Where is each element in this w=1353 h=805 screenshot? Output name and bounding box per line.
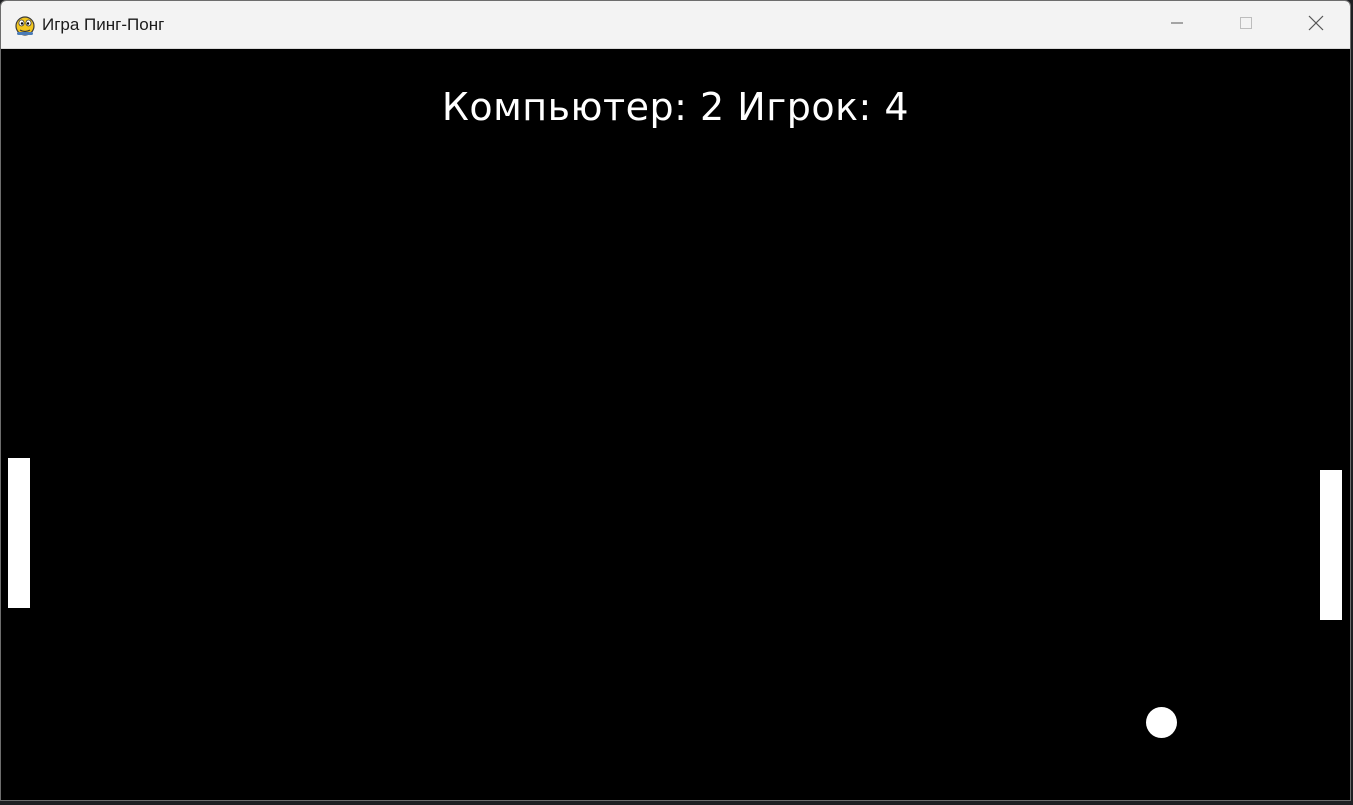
- ball: [1146, 707, 1177, 738]
- minimize-button[interactable]: [1142, 1, 1212, 49]
- score-display: Компьютер: 2 Игрок: 4: [441, 85, 910, 129]
- computer-paddle: [8, 458, 30, 608]
- window-title: Игра Пинг-Понг: [42, 15, 165, 34]
- game-window: Игра Пинг-Понг Компьютер: 2 Игрок: 4: [0, 0, 1351, 801]
- pygame-snake-icon: [13, 13, 37, 37]
- player-paddle[interactable]: [1320, 470, 1342, 620]
- close-button[interactable]: [1281, 1, 1350, 49]
- game-field[interactable]: Компьютер: 2 Игрок: 4: [1, 49, 1350, 800]
- close-icon: [1307, 14, 1325, 37]
- maximize-button[interactable]: [1211, 1, 1281, 49]
- minimize-icon: [1169, 15, 1185, 36]
- title-bar[interactable]: Игра Пинг-Понг: [1, 1, 1350, 49]
- maximize-icon: [1238, 15, 1254, 36]
